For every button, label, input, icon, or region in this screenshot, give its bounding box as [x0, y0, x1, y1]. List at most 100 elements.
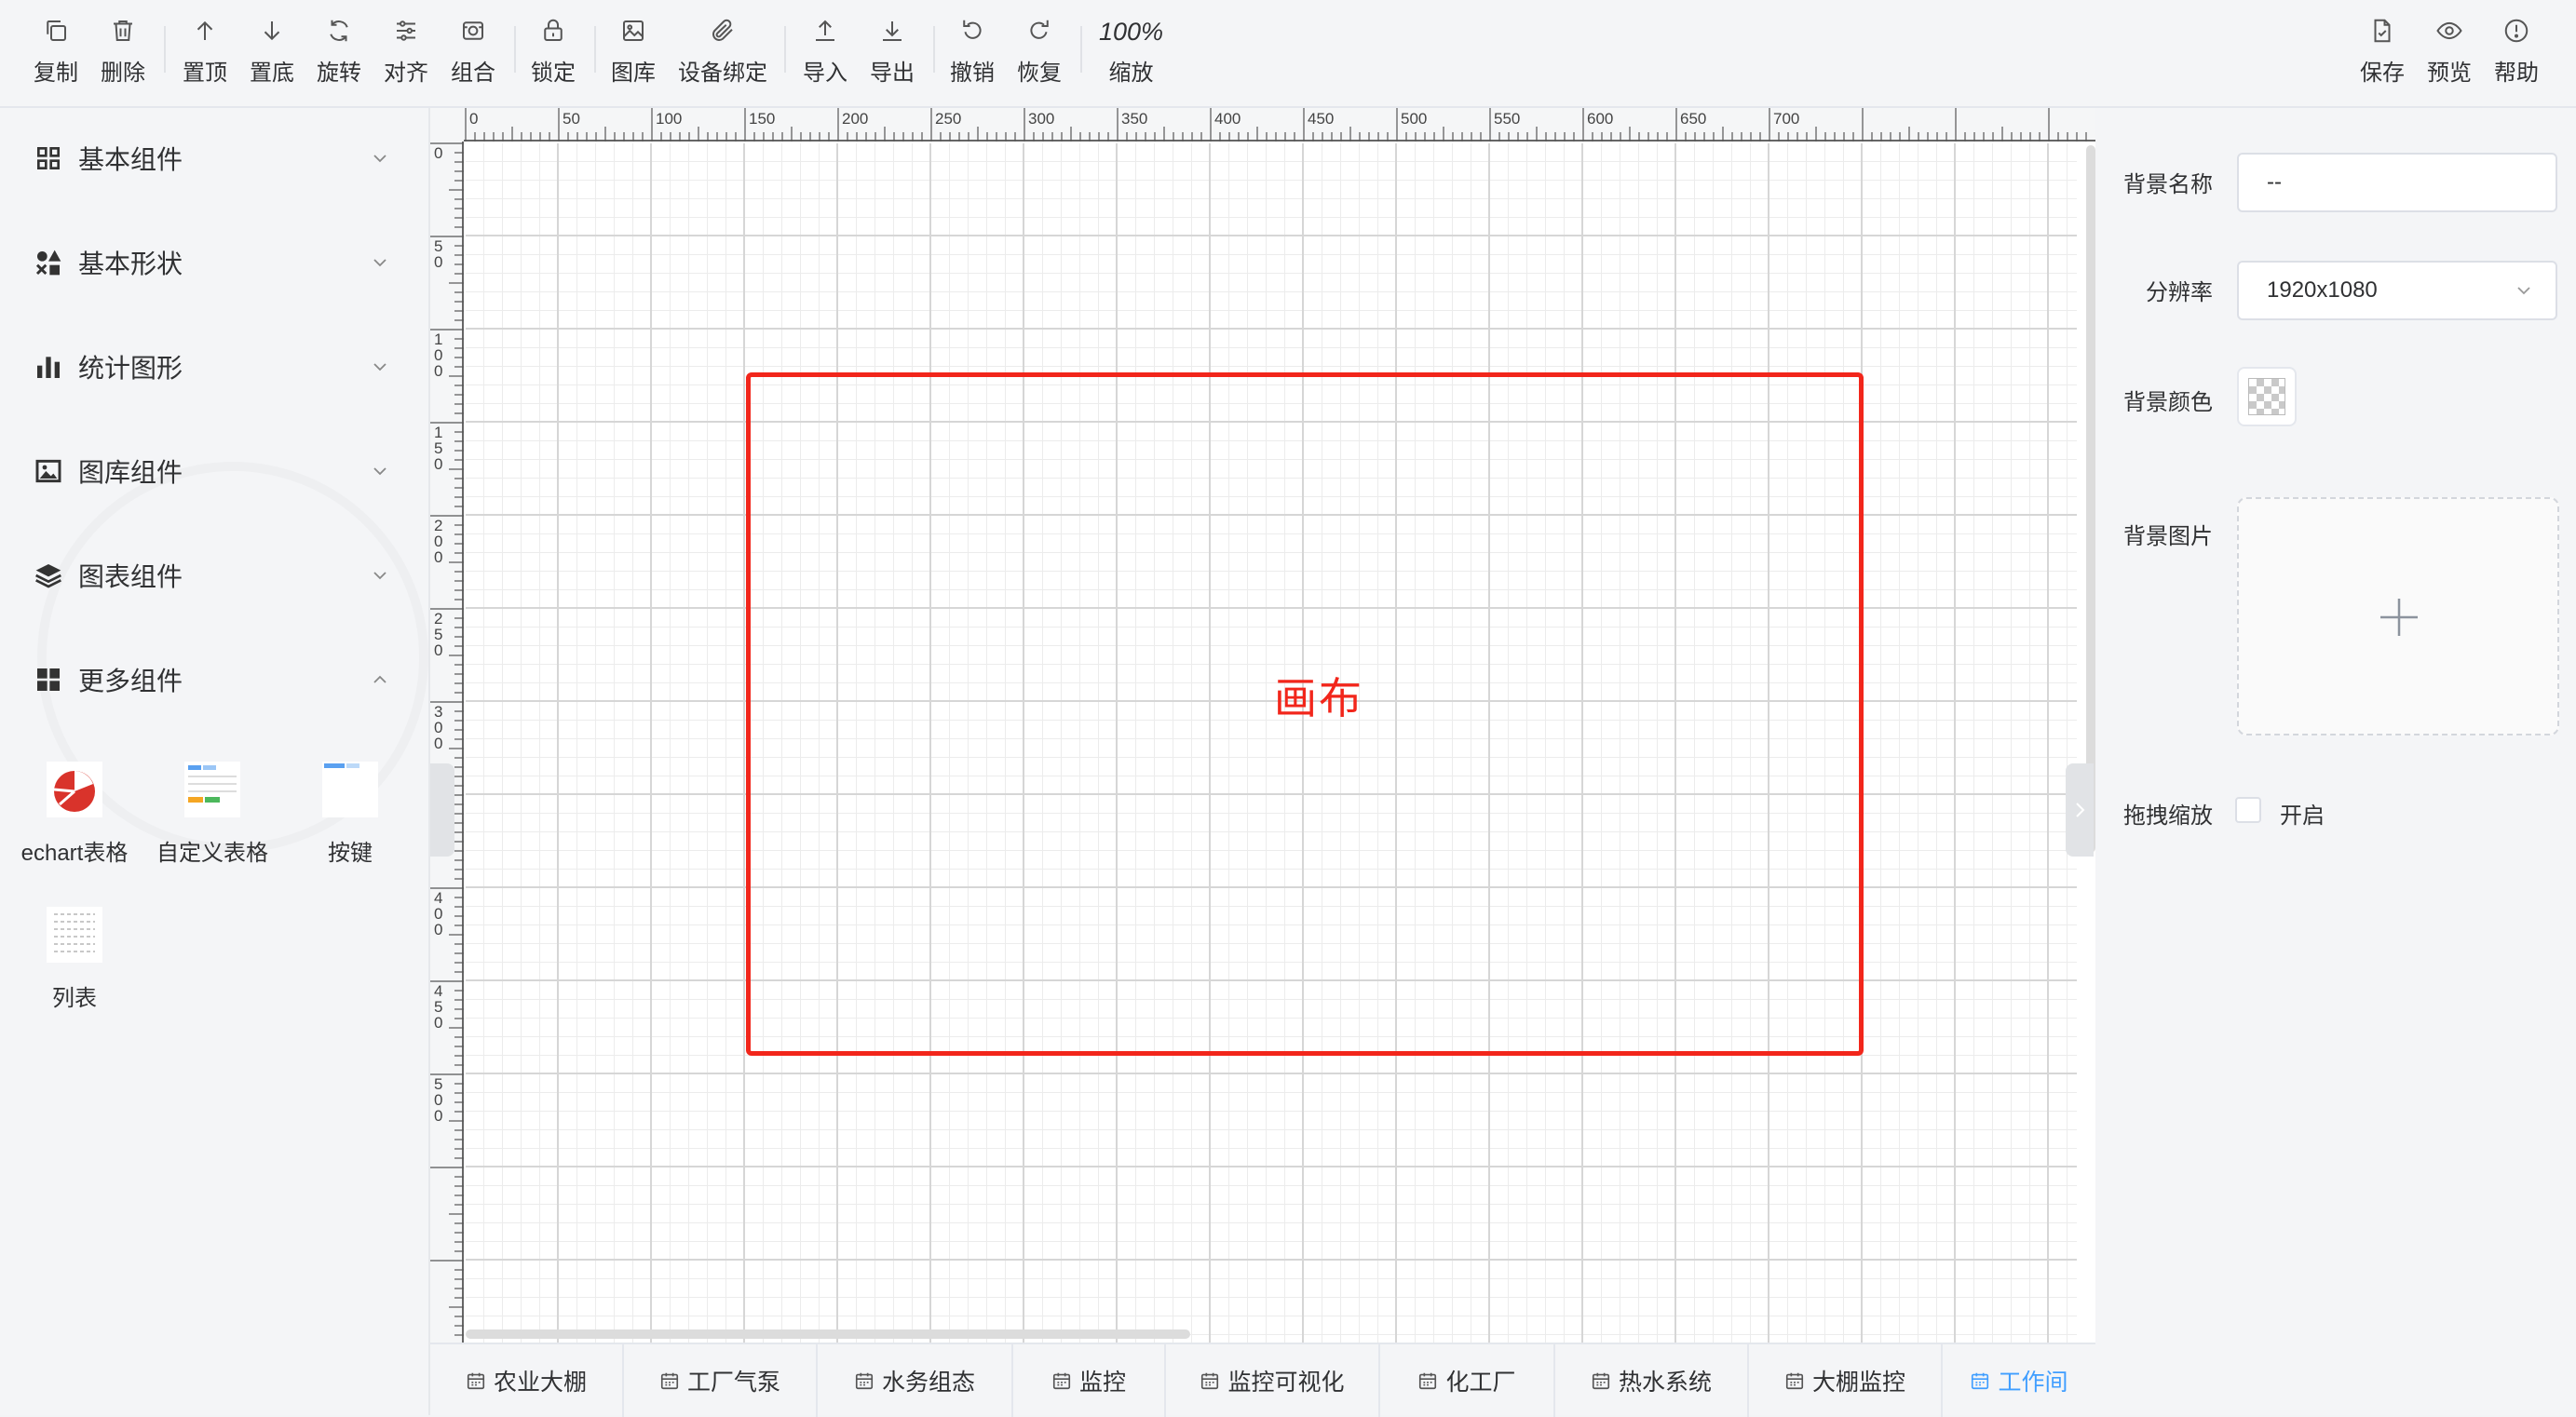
canvas-area[interactable]: 0 50 100 150 200 250 300 350 400 450 500 550 600 650 7…: [430, 108, 2095, 1343]
horizontal-scrollbar[interactable]: [466, 1329, 1190, 1339]
copy-icon: [42, 17, 70, 45]
tab-greenhouse-monitoring[interactable]: 大棚监控: [1749, 1344, 1943, 1417]
undo-button[interactable]: 撤销: [950, 17, 995, 91]
properties-panel: 背景名称 -- 分辨率 1920x1080 背景颜色 背景图片 拖拽缩放 开启: [2095, 108, 2576, 1415]
ruler-label: 600: [1587, 110, 1613, 128]
lock-label: 锁定: [531, 61, 576, 86]
component-list[interactable]: 列表: [9, 907, 140, 1028]
collapse-right-panel-handle[interactable]: [2066, 763, 2094, 857]
ruler-label: 0: [434, 1107, 442, 1125]
category-label: 基本形状: [78, 250, 183, 278]
component-sidebar: 基本组件 基本形状 统计图形 图库组件 图表组件 更多组件 echart表格 自…: [0, 108, 430, 1415]
vertical-scrollbar[interactable]: [2086, 145, 2095, 853]
category-more-components[interactable]: 更多组件: [0, 642, 428, 717]
image-icon: [34, 456, 63, 486]
ruler-label: 0: [434, 641, 442, 659]
collapse-left-panel-handle[interactable]: [430, 763, 454, 857]
category-gallery-components[interactable]: 图库组件: [0, 434, 428, 508]
chevron-down-icon: [369, 147, 391, 169]
ruler-label: 50: [563, 110, 580, 128]
import-button[interactable]: 导入: [803, 17, 847, 91]
lock-button[interactable]: 锁定: [531, 17, 576, 91]
background-color-picker[interactable]: [2237, 367, 2297, 426]
delete-button[interactable]: 删除: [101, 17, 145, 91]
component-button[interactable]: 按键: [285, 762, 415, 883]
toolbar-divider: [164, 26, 166, 73]
ruler-label: 0: [434, 144, 442, 162]
tab-label: 监控可视化: [1227, 1370, 1345, 1396]
calendar-icon: [1201, 1372, 1219, 1390]
tab-hot-water-system[interactable]: 热水系统: [1555, 1344, 1749, 1417]
ruler-label: 400: [1214, 110, 1241, 128]
save-label: 保存: [2360, 61, 2405, 86]
gallery-button[interactable]: 图库: [611, 17, 656, 91]
ruler-label: 0: [434, 921, 442, 938]
tab-chemical-plant[interactable]: 化工厂: [1380, 1344, 1555, 1417]
eye-icon: [2435, 17, 2463, 45]
zoom-control[interactable]: 100% 缩放: [1099, 17, 1163, 91]
background-color-label: 背景颜色: [2123, 390, 2213, 415]
resolution-value: 1920x1080: [2267, 277, 2378, 303]
component-label: 列表: [52, 986, 97, 1011]
background-name-input[interactable]: --: [2237, 153, 2557, 212]
toolbar-divider: [933, 26, 935, 73]
rotate-button[interactable]: 旋转: [317, 17, 361, 91]
background-image-uploader[interactable]: [2237, 497, 2559, 735]
tab-agriculture-greenhouse[interactable]: 农业大棚: [430, 1344, 624, 1417]
group-label: 组合: [451, 61, 495, 86]
arrow-up-icon: [191, 17, 219, 45]
layers-icon: [34, 560, 63, 590]
tab-label: 工作间: [1998, 1370, 2068, 1396]
save-button[interactable]: 保存: [2360, 17, 2405, 91]
tab-monitoring[interactable]: 监控: [1013, 1344, 1166, 1417]
tab-monitoring-visualization[interactable]: 监控可视化: [1166, 1344, 1380, 1417]
ruler-label: 250: [935, 110, 961, 128]
tab-label: 监控: [1078, 1370, 1126, 1396]
grid-icon: [34, 143, 63, 173]
ruler-label: 0: [434, 548, 442, 566]
resolution-select[interactable]: 1920x1080: [2237, 261, 2557, 320]
ruler-label: 200: [842, 110, 868, 128]
calendar-icon: [1592, 1372, 1610, 1390]
horizontal-ruler: 0 50 100 150 200 250 300 350 400 450 500 550 600 650 7…: [464, 108, 2095, 142]
calendar-icon: [855, 1372, 874, 1390]
help-button[interactable]: 帮助: [2494, 17, 2539, 91]
info-circle-icon: [2502, 17, 2530, 45]
vertical-ruler: 050100150200250300350400450500: [430, 142, 464, 1343]
group-button[interactable]: 组合: [451, 17, 495, 91]
category-label: 基本组件: [78, 145, 183, 174]
bring-top-button[interactable]: 置顶: [183, 17, 227, 91]
background-image-label: 背景图片: [2123, 524, 2213, 549]
align-button[interactable]: 对齐: [384, 17, 428, 91]
toolbar-divider: [514, 26, 516, 73]
upload-icon: [811, 17, 839, 45]
drag-zoom-checkbox[interactable]: [2235, 797, 2261, 823]
category-basic-shapes[interactable]: 基本形状: [0, 225, 428, 300]
preview-button[interactable]: 预览: [2427, 17, 2472, 91]
category-statistics-charts[interactable]: 统计图形: [0, 330, 428, 404]
export-button[interactable]: 导出: [870, 17, 915, 91]
copy-button[interactable]: 复制: [34, 17, 78, 91]
shapes-icon: [34, 248, 63, 277]
component-echart-table[interactable]: echart表格: [9, 762, 140, 883]
tab-workshop[interactable]: 工作间: [1943, 1344, 2095, 1417]
category-basic-components[interactable]: 基本组件: [0, 121, 428, 196]
send-bottom-button[interactable]: 置底: [250, 17, 294, 91]
device-bind-button[interactable]: 设备绑定: [678, 17, 767, 91]
ruler-label: 0: [434, 362, 442, 380]
paperclip-icon: [709, 17, 737, 45]
redo-button[interactable]: 恢复: [1017, 17, 1062, 91]
canvas-grid[interactable]: 画布: [466, 143, 2077, 1343]
ruler-label: 0: [434, 455, 442, 473]
tab-label: 大棚监控: [1811, 1370, 1905, 1396]
tab-water-scada[interactable]: 水务组态: [818, 1344, 1013, 1417]
chevron-down-icon: [369, 564, 391, 587]
component-label: 自定义表格: [156, 841, 268, 866]
component-label: echart表格: [20, 841, 129, 866]
category-chart-components[interactable]: 图表组件: [0, 538, 428, 613]
transparent-swatch-icon: [2248, 378, 2285, 415]
send-bottom-label: 置底: [250, 61, 294, 86]
tab-factory-air-pump[interactable]: 工厂气泵: [624, 1344, 818, 1417]
calendar-icon: [1419, 1372, 1437, 1390]
component-custom-table[interactable]: 自定义表格: [147, 762, 278, 883]
